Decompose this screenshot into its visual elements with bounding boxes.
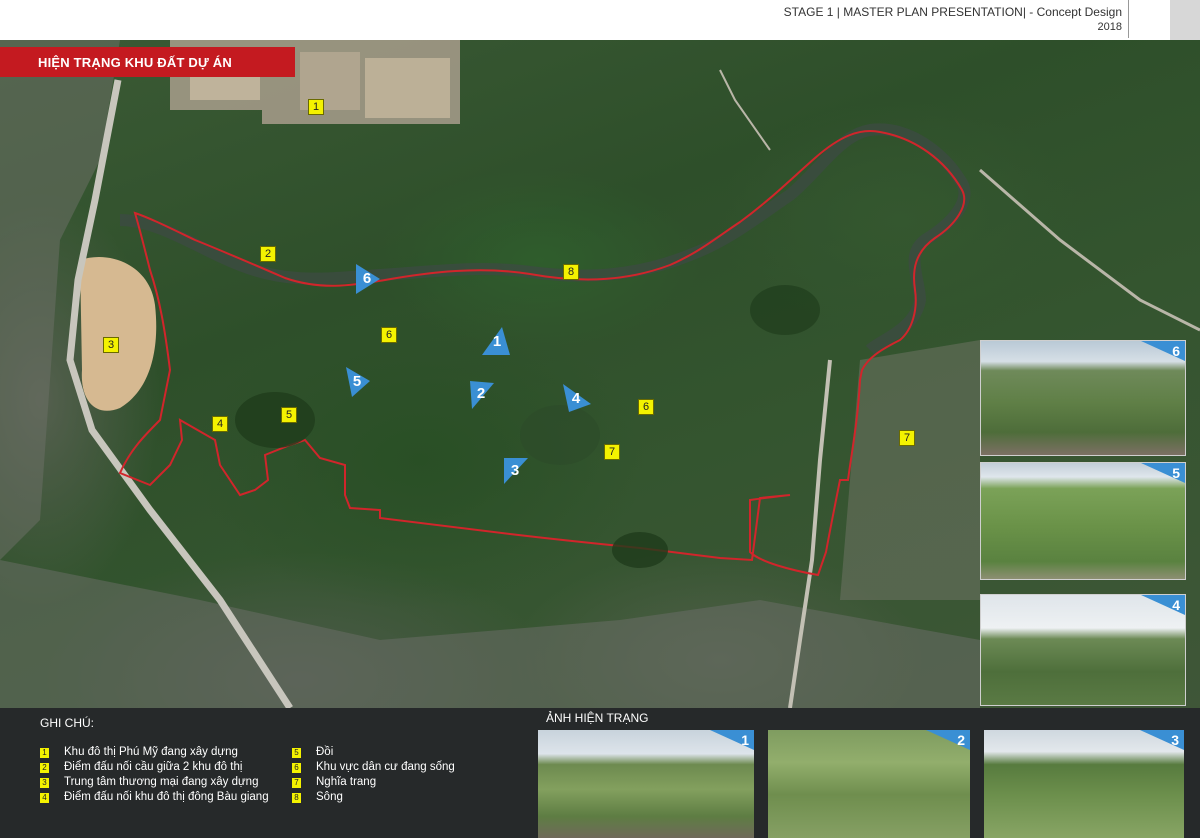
photo-tag-3: 3 [1140,730,1184,750]
legend-heading: GHI CHÚ: [40,716,94,730]
sand-area-3 [80,257,157,411]
hill-5 [235,392,315,448]
map-marker-1[interactable]: 1 [308,99,324,115]
legend-item: 1 Khu đô thị Phú Mỹ đang xây dựng [40,746,300,761]
construction-plot-c [365,58,450,118]
header-corner-block [1170,0,1200,40]
legend-item: 8 Sông [292,791,522,806]
site-photo-5[interactable]: 5 [980,462,1186,580]
village-area [520,405,600,465]
tree-cluster [612,532,668,568]
legend-item: 4 Điểm đấu nối khu đô thị đông Bàu giang [40,791,300,806]
presentation-year: 2018 [1097,21,1122,33]
site-photo-4[interactable]: 4 [980,594,1186,706]
photo-tag-1: 1 [710,730,754,750]
north-track [719,69,771,151]
legend-column-left: 1 Khu đô thị Phú Mỹ đang xây dựng 2 Điểm… [40,746,300,806]
legend-item: 5 Đồi [292,746,522,761]
site-photo-6[interactable]: 6 [980,340,1186,456]
header-bar: STAGE 1 | MASTER PLAN PRESENTATION| - Co… [0,0,1200,40]
project-boundary [118,130,966,577]
northeast-road [979,168,1200,332]
current-photo-3[interactable]: 3 [984,730,1184,838]
current-photo-1[interactable]: 1 [538,730,754,838]
map-marker-2[interactable]: 2 [260,246,276,262]
map-marker-8[interactable]: 8 [563,264,579,280]
legend-item: 3 Trung tâm thương mại đang xây dựng [40,776,300,791]
legend-item: 6 Khu vực dân cư đang sống [292,761,522,776]
tree-cluster-east [750,285,820,335]
photo-tag-6: 6 [1141,341,1185,361]
map-marker-5[interactable]: 5 [281,407,297,423]
photo-tag-2: 2 [926,730,970,750]
view-arrow-2[interactable]: 2 [466,379,496,409]
legend-column-right: 5 Đồi 6 Khu vực dân cư đang sống 7 Nghĩa… [292,746,522,806]
map-marker-7b[interactable]: 7 [899,430,915,446]
presentation-title: STAGE 1 | MASTER PLAN PRESENTATION| - Co… [783,5,1122,19]
photo-tag-5: 5 [1141,463,1185,483]
current-photo-2[interactable]: 2 [768,730,970,838]
map-marker-4[interactable]: 4 [212,416,228,432]
map-marker-6b[interactable]: 6 [638,399,654,415]
map-marker-3[interactable]: 3 [103,337,119,353]
section-title: HIỆN TRẠNG KHU ĐẤT DỰ ÁN [38,55,232,70]
view-arrow-6[interactable]: 6 [352,264,382,294]
photo-tag-4: 4 [1141,595,1185,615]
view-arrow-3[interactable]: 3 [500,456,530,486]
header-divider [1128,0,1129,38]
current-photos-heading: ẢNH HIỆN TRẠNG [546,711,649,725]
map-marker-6a[interactable]: 6 [381,327,397,343]
legend-item: 2 Điểm đấu nối cầu giữa 2 khu đô thị [40,761,300,776]
map-marker-7a[interactable]: 7 [604,444,620,460]
view-arrow-1[interactable]: 1 [482,327,512,357]
view-arrow-4[interactable]: 4 [561,384,591,414]
view-arrow-5[interactable]: 5 [342,367,372,397]
legend-item: 7 Nghĩa trang [292,776,522,791]
section-title-banner: HIỆN TRẠNG KHU ĐẤT DỰ ÁN [0,47,295,77]
river [119,123,971,355]
urban-area-south [0,560,980,708]
